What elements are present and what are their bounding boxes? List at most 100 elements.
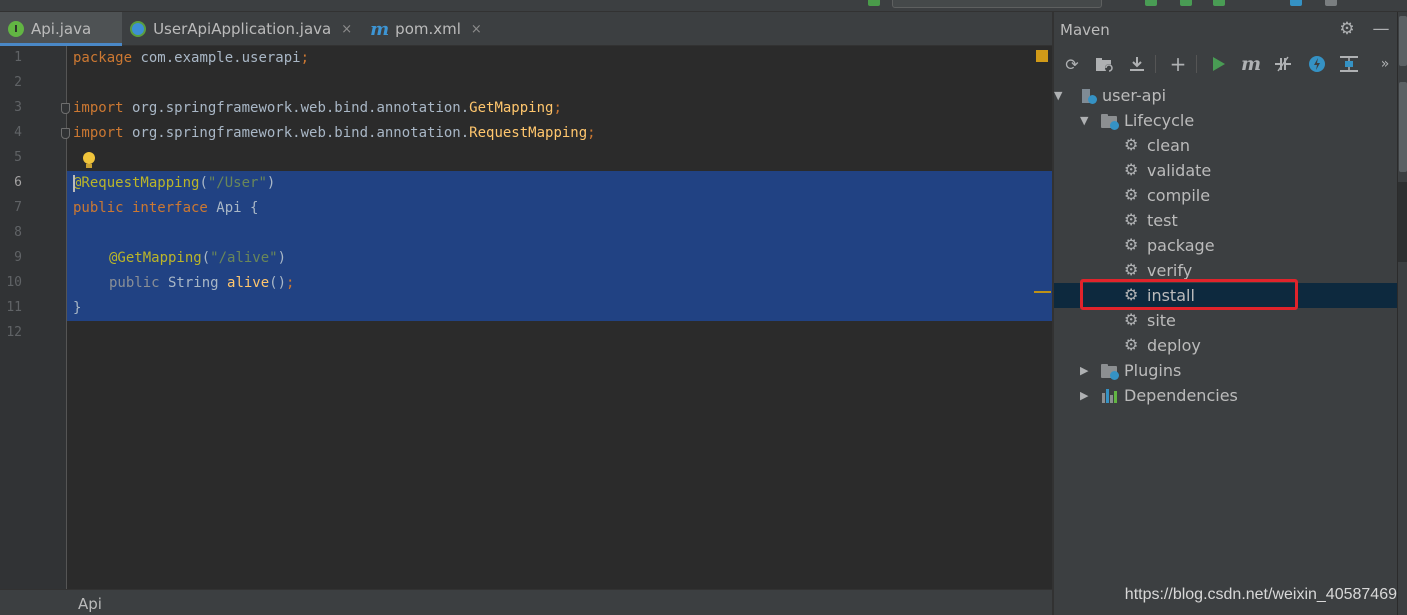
run-icon[interactable] <box>1208 53 1230 75</box>
gear-icon: ⚙ <box>1124 210 1139 229</box>
lifecycle-label: Lifecycle <box>1124 111 1195 130</box>
gear-icon: ⚙ <box>1124 235 1139 254</box>
line-number: 8 <box>14 225 22 240</box>
fold-marker-icon[interactable] <box>61 128 70 139</box>
skip-tests-icon[interactable] <box>1306 53 1328 75</box>
spring-class-icon <box>130 21 147 37</box>
tree-item-dependencies[interactable]: ▶ Dependencies <box>1054 383 1397 408</box>
tree-item-goal-validate[interactable]: ⚙ validate <box>1054 158 1397 183</box>
tab-pom-xml[interactable]: m pom.xml × <box>362 12 492 46</box>
database-tab[interactable] <box>1399 82 1407 172</box>
generate-sources-icon[interactable] <box>1093 53 1115 75</box>
code-line-6: @RequestMapping("/User") <box>73 175 276 191</box>
chevron-right-icon[interactable]: ▶ <box>1080 389 1088 402</box>
toggle-offline-icon[interactable] <box>1272 53 1294 75</box>
goal-label: verify <box>1147 261 1193 280</box>
tab-label: Api.java <box>31 20 92 38</box>
add-icon[interactable]: + <box>1167 52 1189 76</box>
line-number: 3 <box>14 100 22 115</box>
download-icon[interactable] <box>1126 53 1148 75</box>
tree-item-goal-package[interactable]: ⚙ package <box>1054 233 1397 258</box>
stop-toolbar-icon[interactable] <box>1290 0 1302 6</box>
goal-label: validate <box>1147 161 1212 180</box>
lightbulb-icon[interactable] <box>82 152 96 170</box>
fold-marker-icon[interactable] <box>61 103 70 114</box>
tree-item-lifecycle[interactable]: ▼ Lifecycle <box>1054 108 1397 133</box>
code-line-4: import org.springframework.web.bind.anno… <box>73 125 596 141</box>
more-icon[interactable]: » <box>1374 53 1396 75</box>
editor-tabs: I Api.java × UserApiApplication.java × m… <box>0 12 1052 46</box>
tree-item-goal-deploy[interactable]: ⚙ deploy <box>1054 333 1397 358</box>
line-number: 9 <box>14 250 22 265</box>
hide-icon[interactable]: — <box>1372 20 1390 38</box>
chevron-right-icon[interactable]: ▶ <box>1080 364 1088 377</box>
run-toolbar-icon[interactable] <box>1145 0 1157 6</box>
plugins-label: Plugins <box>1124 361 1182 380</box>
line-number: 10 <box>6 275 22 290</box>
tree-item-goal-compile[interactable]: ⚙ compile <box>1054 183 1397 208</box>
text-selection <box>67 171 1052 321</box>
goal-label: clean <box>1147 136 1191 155</box>
toolbar-separator <box>1196 55 1197 73</box>
debug-toolbar-icon[interactable] <box>1180 0 1192 6</box>
tree-item-plugins[interactable]: ▶ Plugins <box>1054 358 1397 383</box>
line-number: 11 <box>6 300 22 315</box>
gear-icon[interactable]: ⚙ <box>1338 20 1356 38</box>
line-number-current: 6 <box>14 175 22 190</box>
scrollbar-warning-marker[interactable] <box>1034 291 1051 293</box>
gear-icon: ⚙ <box>1124 160 1139 179</box>
inspection-warning-icon[interactable] <box>1036 50 1048 62</box>
ant-tab[interactable] <box>1399 16 1407 66</box>
gear-icon: ⚙ <box>1124 135 1139 154</box>
plugins-folder-icon <box>1101 363 1119 380</box>
search-everywhere-icon[interactable] <box>1325 0 1337 6</box>
main-toolbar <box>0 0 1407 12</box>
maven-header: Maven ⚙ — <box>1054 12 1397 46</box>
show-dependencies-icon[interactable] <box>1338 53 1360 75</box>
close-icon[interactable]: × <box>341 22 352 37</box>
line-number: 4 <box>14 125 22 140</box>
tree-item-goal-clean[interactable]: ⚙ clean <box>1054 133 1397 158</box>
line-number: 12 <box>6 325 22 340</box>
coverage-toolbar-icon[interactable] <box>1213 0 1225 6</box>
maven-title: Maven <box>1060 21 1110 39</box>
code-line-9: @GetMapping("/alive") <box>109 250 287 266</box>
maven-project-icon <box>1080 87 1098 105</box>
run-configuration-field[interactable] <box>892 0 1102 8</box>
watermark-text: https://blog.csdn.net/weixin_40587469 <box>1124 586 1397 603</box>
build-icon[interactable] <box>868 0 880 6</box>
tree-item-goal-site[interactable]: ⚙ site <box>1054 308 1397 333</box>
close-icon[interactable]: × <box>471 22 482 37</box>
tab-userapiapplication-java[interactable]: UserApiApplication.java × <box>122 12 362 46</box>
maven-toolbar: ⟳ + m » <box>1054 50 1397 80</box>
reload-icon[interactable]: ⟳ <box>1061 53 1083 75</box>
code-editor[interactable]: 1 2 3 4 5 6 7 8 9 10 11 12 package com.e… <box>0 46 1052 589</box>
goal-label: package <box>1147 236 1215 255</box>
project-label: user-api <box>1102 86 1167 105</box>
chevron-down-icon[interactable]: ▼ <box>1054 89 1062 102</box>
maven-tool-window: Maven ⚙ — ⟳ + m » ▼ user-api ▼ Lifecycle… <box>1054 12 1397 615</box>
gear-icon: ⚙ <box>1124 185 1139 204</box>
dependencies-label: Dependencies <box>1124 386 1238 405</box>
maven-side-tab[interactable] <box>1398 182 1407 262</box>
tree-item-project[interactable]: ▼ user-api <box>1054 83 1397 108</box>
interface-icon: I <box>8 21 24 37</box>
dependencies-icon <box>1101 387 1119 403</box>
tab-label: pom.xml <box>395 20 461 38</box>
code-line-10: public String alive(); <box>109 275 295 291</box>
goal-label: site <box>1147 311 1176 330</box>
breadcrumb-bar: Api <box>0 589 1052 615</box>
tab-api-java[interactable]: I Api.java × <box>0 12 123 46</box>
tree-item-goal-test[interactable]: ⚙ test <box>1054 208 1397 233</box>
goal-label: deploy <box>1147 336 1201 355</box>
code-line-3: import org.springframework.web.bind.anno… <box>73 100 562 116</box>
chevron-down-icon[interactable]: ▼ <box>1080 114 1088 127</box>
goal-label: compile <box>1147 186 1211 205</box>
line-number: 1 <box>14 50 22 65</box>
lifecycle-folder-icon <box>1101 113 1119 130</box>
right-tool-strip <box>1397 12 1407 615</box>
execute-goal-icon[interactable]: m <box>1240 53 1262 75</box>
breadcrumb[interactable]: Api <box>78 595 102 613</box>
line-number: 2 <box>14 75 22 90</box>
line-number: 5 <box>14 150 22 165</box>
